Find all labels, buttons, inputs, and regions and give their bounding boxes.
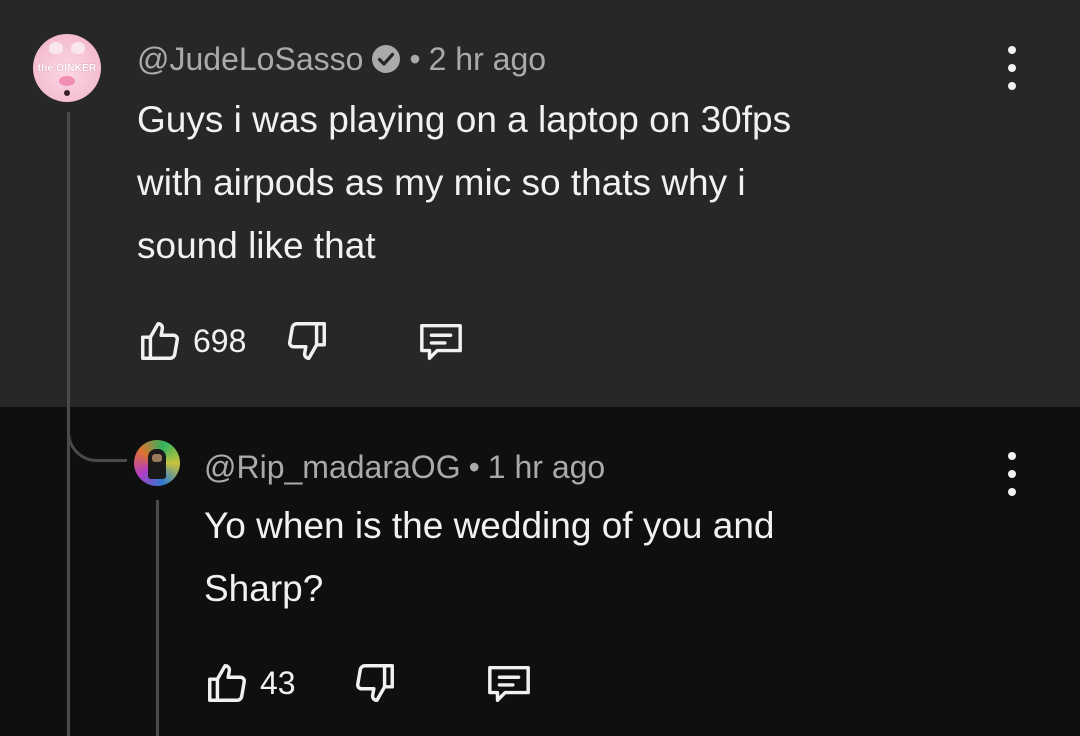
avatar-logo-text: the OINKER bbox=[37, 63, 97, 74]
reply-comment-icon[interactable] bbox=[484, 660, 534, 706]
comment-author[interactable]: @JudeLoSasso bbox=[137, 41, 363, 78]
meta-separator: • bbox=[468, 448, 480, 485]
verified-check-icon bbox=[371, 44, 401, 74]
pig-nose bbox=[59, 76, 75, 86]
pig-mouth bbox=[64, 90, 70, 96]
reply-thread-line bbox=[156, 500, 159, 736]
avatar-face bbox=[152, 454, 162, 462]
more-vertical-icon[interactable] bbox=[1002, 46, 1022, 90]
comment-text-line: with airpods as my mic so thats why i bbox=[137, 162, 746, 203]
reply-body: Yo when is the wedding of you and Sharp? bbox=[204, 494, 775, 620]
avatar-judelosasso[interactable]: the OINKER bbox=[33, 34, 101, 102]
reply-comment-icon[interactable] bbox=[416, 318, 466, 364]
thumbs-up-icon[interactable] bbox=[137, 318, 183, 364]
more-vertical-icon[interactable] bbox=[1002, 452, 1022, 496]
like-count: 698 bbox=[193, 322, 247, 359]
avatar-rip-madaraog[interactable] bbox=[134, 440, 180, 486]
comment-meta: @JudeLoSasso • 2 hr ago bbox=[137, 38, 546, 80]
comment-actions: 698 bbox=[137, 317, 466, 365]
like-count: 43 bbox=[260, 664, 296, 701]
meta-separator: • bbox=[409, 40, 421, 77]
thread-branch-curve bbox=[67, 395, 127, 462]
thumbs-down-icon[interactable] bbox=[352, 660, 398, 706]
reply-time: 1 hr ago bbox=[487, 448, 606, 485]
comment-time: 2 hr ago bbox=[428, 40, 547, 77]
reply-text-line: Sharp? bbox=[204, 568, 324, 609]
pig-ear-left bbox=[49, 42, 63, 54]
thumbs-down-icon[interactable] bbox=[284, 318, 330, 364]
comment-text-line: Guys i was playing on a laptop on 30fps bbox=[137, 99, 792, 140]
reply-text-line: Yo when is the wedding of you and bbox=[204, 505, 775, 546]
comment-body: Guys i was playing on a laptop on 30fps … bbox=[137, 88, 791, 277]
comment-text-line: sound like that bbox=[137, 225, 376, 266]
reply-author[interactable]: @Rip_madaraOG bbox=[204, 449, 461, 486]
reply-actions: 43 bbox=[204, 659, 534, 707]
thumbs-up-icon[interactable] bbox=[204, 660, 250, 706]
pig-ear-right bbox=[71, 42, 85, 54]
reply-meta: @Rip_madaraOG • 1 hr ago bbox=[204, 446, 605, 488]
